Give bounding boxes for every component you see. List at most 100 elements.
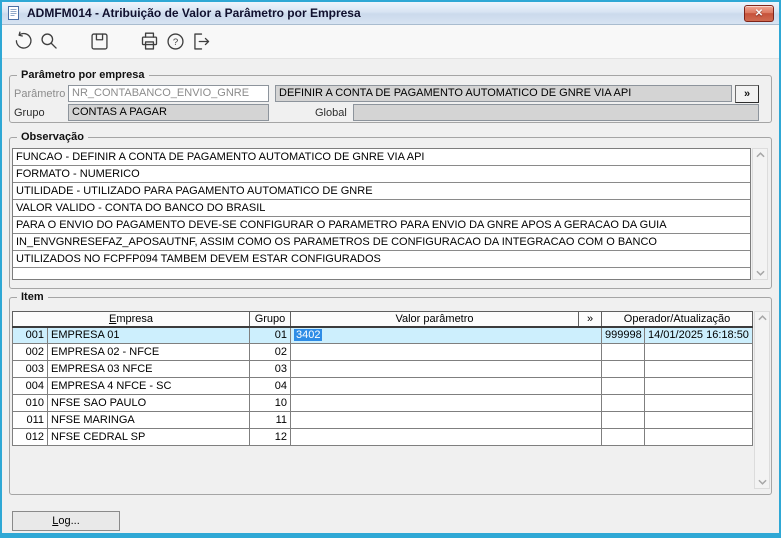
search-icon[interactable] xyxy=(36,29,62,55)
parametro-expand-button[interactable]: » xyxy=(735,84,759,103)
operador-cell xyxy=(601,411,645,429)
observacao-line: PARA O ENVIO DO PAGAMENTO DEVE-SE CONFIG… xyxy=(13,217,750,234)
table-row[interactable]: 010 NFSE SAO PAULO 10 xyxy=(12,394,753,412)
valor-cell[interactable] xyxy=(290,428,602,446)
item-table: Empresa Grupo Valor parâmetro » Operador… xyxy=(12,311,753,489)
empresa-cell[interactable]: NFSE SAO PAULO xyxy=(47,394,250,412)
log-button[interactable]: Log... xyxy=(12,511,120,531)
row-number-cell[interactable]: 012 xyxy=(12,428,48,446)
titlebar[interactable]: ADMFM014 - Atribuição de Valor a Parâmet… xyxy=(2,2,779,25)
observacao-line: IN_ENVGNRESEFAZ_APOSAUTNF, ASSIM COMO OS… xyxy=(13,234,750,251)
empresa-cell[interactable]: EMPRESA 01 xyxy=(47,326,250,344)
atualizacao-cell xyxy=(644,411,753,429)
window-document-icon xyxy=(8,6,19,20)
close-button[interactable]: ✕ xyxy=(744,4,774,22)
table-row[interactable]: 001 EMPRESA 01 01 3402 999998 14/01/2025… xyxy=(12,326,753,344)
grupo-cell[interactable]: 10 xyxy=(249,394,291,412)
operador-cell xyxy=(601,428,645,446)
valor-cell[interactable] xyxy=(290,343,602,361)
observacao-list: FUNCAO - DEFINIR A CONTA DE PAGAMENTO AU… xyxy=(12,148,751,280)
atualizacao-cell xyxy=(644,377,753,395)
table-row[interactable]: 004 EMPRESA 4 NFCE - SC 04 xyxy=(12,377,753,395)
table-row[interactable]: 002 EMPRESA 02 - NFCE 02 xyxy=(12,343,753,361)
empresa-cell[interactable]: NFSE MARINGA xyxy=(47,411,250,429)
empresa-cell[interactable]: NFSE CEDRAL SP xyxy=(47,428,250,446)
global-label: Global xyxy=(315,106,347,119)
observacao-empty-area xyxy=(13,268,750,279)
atualizacao-cell xyxy=(644,428,753,446)
row-number-cell[interactable]: 010 xyxy=(12,394,48,412)
empresa-cell[interactable]: EMPRESA 4 NFCE - SC xyxy=(47,377,250,395)
observacao-line: UTILIZADOS NO FCPFP094 TAMBEM DEVEM ESTA… xyxy=(13,251,750,268)
selected-text[interactable]: 3402 xyxy=(294,329,323,342)
observacao-line: VALOR VALIDO - CONTA DO BANCO DO BRASIL xyxy=(13,200,750,217)
parametro-label: Parâmetro xyxy=(14,87,66,100)
help-icon[interactable]: ? xyxy=(162,29,188,55)
grupo-cell[interactable]: 02 xyxy=(249,343,291,361)
row-number-cell[interactable]: 002 xyxy=(12,343,48,361)
global-field[interactable] xyxy=(352,104,759,121)
observacao-group: Observação FUNCAO - DEFINIR A CONTA DE P… xyxy=(9,130,772,289)
valor-cell[interactable] xyxy=(290,360,602,378)
app-window: ADMFM014 - Atribuição de Valor a Parâmet… xyxy=(0,0,781,538)
undo-icon[interactable] xyxy=(10,29,36,55)
valor-cell[interactable] xyxy=(290,394,602,412)
exit-icon[interactable] xyxy=(188,29,214,55)
save-icon[interactable] xyxy=(86,29,112,55)
table-row[interactable]: 011 NFSE MARINGA 11 xyxy=(12,411,753,429)
svg-text:?: ? xyxy=(172,37,177,48)
valor-cell[interactable] xyxy=(290,411,602,429)
valor-cell[interactable]: 3402 xyxy=(290,326,602,344)
observacao-line: FORMATO - NUMERICO xyxy=(13,166,750,183)
empresa-cell[interactable]: EMPRESA 02 - NFCE xyxy=(47,343,250,361)
column-header-grupo[interactable]: Grupo xyxy=(249,311,291,328)
observacao-group-title: Observação xyxy=(17,130,88,144)
row-number-cell[interactable]: 011 xyxy=(12,411,48,429)
grupo-row: Grupo CONTAS A PAGAR Global xyxy=(14,104,767,121)
item-group-title: Item xyxy=(17,290,48,304)
parametro-row: Parâmetro NR_CONTABANCO_ENVIO_GNRE DEFIN… xyxy=(14,84,767,103)
item-scrollbar[interactable] xyxy=(754,311,770,489)
observacao-line: FUNCAO - DEFINIR A CONTA DE PAGAMENTO AU… xyxy=(13,149,750,166)
valor-cell[interactable] xyxy=(290,377,602,395)
scroll-up-icon[interactable] xyxy=(757,315,767,321)
table-row[interactable]: 003 EMPRESA 03 NFCE 03 xyxy=(12,360,753,378)
empresa-cell[interactable]: EMPRESA 03 NFCE xyxy=(47,360,250,378)
scroll-down-icon[interactable] xyxy=(755,270,765,276)
scroll-up-icon[interactable] xyxy=(755,152,765,158)
atualizacao-cell xyxy=(644,394,753,412)
parametro-group: Parâmetro por empresa Parâmetro NR_CONTA… xyxy=(9,68,772,123)
scroll-down-icon[interactable] xyxy=(757,479,767,485)
atualizacao-cell xyxy=(644,343,753,361)
grupo-field[interactable]: CONTAS A PAGAR xyxy=(68,104,269,121)
observacao-scrollbar[interactable] xyxy=(752,148,768,280)
operador-cell xyxy=(601,377,645,395)
row-number-cell[interactable]: 004 xyxy=(12,377,48,395)
parametro-group-title: Parâmetro por empresa xyxy=(17,68,149,82)
row-number-cell[interactable]: 001 xyxy=(12,326,48,344)
column-header-valor[interactable]: Valor parâmetro xyxy=(290,311,579,328)
operador-cell xyxy=(601,343,645,361)
grupo-label: Grupo xyxy=(14,106,45,119)
grupo-cell[interactable]: 11 xyxy=(249,411,291,429)
observacao-line: UTILIDADE - UTILIZADO PARA PAGAMENTO AUT… xyxy=(13,183,750,200)
column-header-operador[interactable]: Operador/Atualização xyxy=(601,311,753,328)
grupo-cell[interactable]: 01 xyxy=(249,326,291,344)
column-header-empresa[interactable]: Empresa xyxy=(12,311,250,328)
item-group: Item Empresa Grupo Valor parâmetro » Ope… xyxy=(9,290,772,495)
grupo-cell[interactable]: 12 xyxy=(249,428,291,446)
grupo-cell[interactable]: 04 xyxy=(249,377,291,395)
operador-cell: 999998 xyxy=(601,326,645,344)
operador-cell xyxy=(601,394,645,412)
print-icon[interactable] xyxy=(136,29,162,55)
parametro-description-field[interactable]: DEFINIR A CONTA DE PAGAMENTO AUTOMATICO … xyxy=(275,85,732,102)
item-header-row: Empresa Grupo Valor parâmetro » Operador… xyxy=(12,311,753,328)
operador-cell xyxy=(601,360,645,378)
grupo-cell[interactable]: 03 xyxy=(249,360,291,378)
atualizacao-cell xyxy=(644,360,753,378)
parametro-code-field[interactable]: NR_CONTABANCO_ENVIO_GNRE xyxy=(68,85,269,102)
column-header-expand-button[interactable]: » xyxy=(578,311,602,328)
row-number-cell[interactable]: 003 xyxy=(12,360,48,378)
window-title: ADMFM014 - Atribuição de Valor a Parâmet… xyxy=(27,6,361,20)
table-row[interactable]: 012 NFSE CEDRAL SP 12 xyxy=(12,428,753,446)
